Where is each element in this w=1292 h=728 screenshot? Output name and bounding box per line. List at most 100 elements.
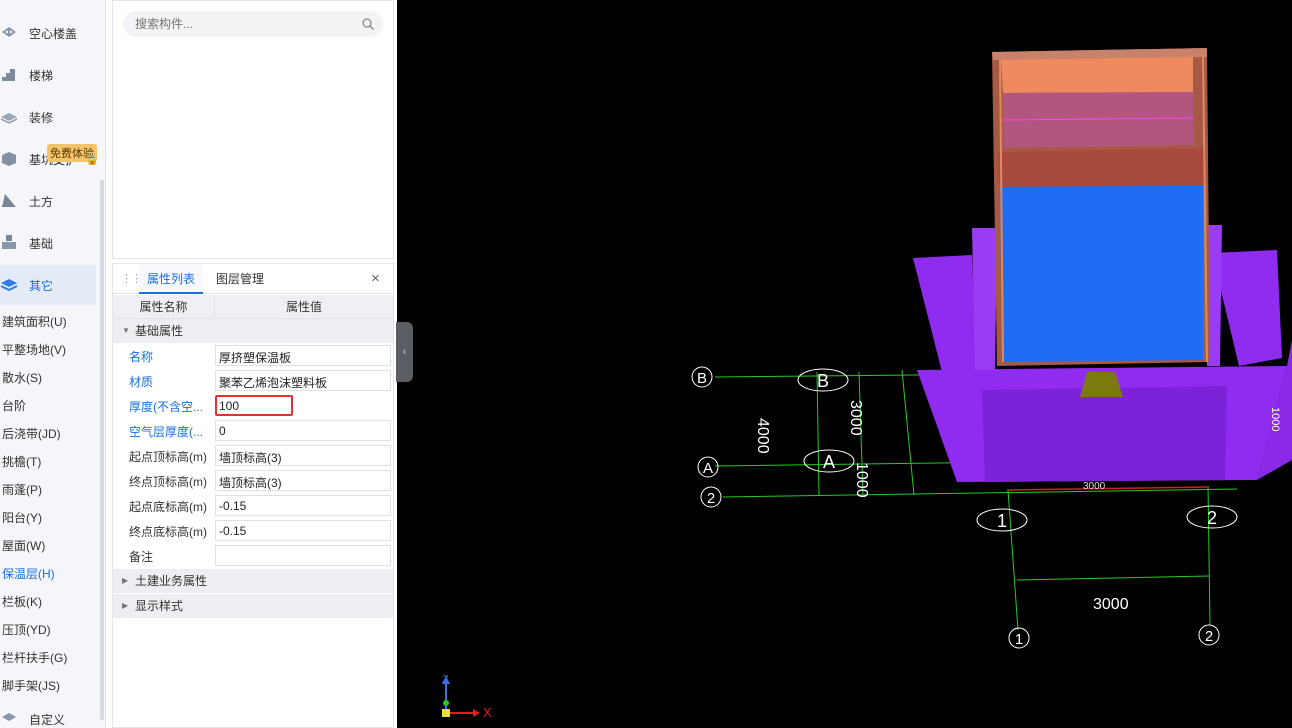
group-basic-properties[interactable]: ▼ 基础属性 [113, 319, 393, 343]
category-other[interactable]: 其它 [0, 265, 96, 305]
group-label: 基础属性 [135, 324, 184, 338]
sidebar-item-parapet[interactable]: 栏板(K) [2, 593, 42, 610]
group-business-properties[interactable]: ▶ 土建业务属性 [113, 569, 393, 593]
category-label: 楼梯 [29, 69, 54, 83]
tab-layer-management[interactable]: 图层管理 [208, 264, 272, 294]
stairs-icon [2, 69, 15, 81]
gizmo-z-label: Z [442, 674, 449, 686]
category-hollow-slab[interactable]: 空心楼盖 [0, 13, 96, 53]
sidebar-item-building-area[interactable]: 建筑面积(U) [2, 313, 67, 330]
sidebar-item-roof[interactable]: 屋面(W) [2, 537, 45, 554]
property-value-field[interactable]: 聚苯乙烯泡沫塑料板 [215, 370, 391, 391]
property-table-header: 属性名称 属性值 [113, 295, 393, 319]
sidebar-item-insulation[interactable]: 保温层(H) [2, 565, 55, 582]
component-list-panel [112, 0, 394, 259]
axis-label-1-top: 1 [997, 511, 1007, 531]
axis-label-a-grid: A [823, 452, 835, 472]
property-value-field[interactable]: 0 [215, 420, 391, 441]
property-row: 起点底标高(m) -0.15 [113, 493, 393, 518]
property-name: 空气层厚度(... [129, 425, 203, 439]
insulation-wing-right[interactable] [1212, 250, 1282, 366]
collapse-panel-handle[interactable]: ‹ [396, 322, 413, 382]
column-header-value: 属性值 [285, 300, 322, 314]
insulation-strip-left[interactable] [972, 228, 997, 370]
sidebar-item-scaffold[interactable]: 脚手架(JS) [2, 677, 60, 694]
category-label: 空心楼盖 [29, 27, 78, 41]
expand-triangle-icon: ▶ [122, 576, 129, 585]
axis-label-b-grid: B [817, 371, 829, 391]
3d-viewport[interactable]: 3000 B B A A 2 1 2 1 2 4000 3000 1000 30… [397, 0, 1292, 728]
foundation-icon [2, 235, 16, 249]
property-row: 终点底标高(m) -0.15 [113, 518, 393, 543]
axis-gizmo: X Z [442, 674, 492, 720]
search-icon[interactable] [361, 17, 375, 31]
property-name: 起点底标高(m) [129, 500, 207, 514]
property-row: 材质 聚苯乙烯泡沫塑料板 [113, 368, 393, 393]
group-display-style[interactable]: ▶ 显示样式 [113, 594, 393, 618]
dimension-4000: 4000 [754, 418, 771, 454]
property-row: 起点顶标高(m) 墙顶标高(3) [113, 443, 393, 468]
category-sidebar: 空心楼盖 楼梯 装修 基坑支护 免费体验 🔒 土方 基础 其它 建筑面积(U) … [0, 0, 106, 728]
dimension-1000: 1000 [853, 462, 870, 498]
remarks-field[interactable] [215, 545, 391, 566]
sidebar-item-canopy[interactable]: 雨蓬(P) [2, 481, 42, 498]
property-value-field[interactable]: 厚挤塑保温板 [215, 345, 391, 366]
axis-label-2-bottom: 2 [1205, 628, 1213, 645]
hollow-slab-icon [2, 27, 16, 37]
axis-label-a: A [703, 460, 713, 477]
category-label: 自定义 [29, 713, 66, 727]
sidebar-item-post-cast-strip[interactable]: 后浇带(JD) [2, 425, 61, 442]
property-panel: ⋮⋮ 属性列表 图层管理 × 属性名称 属性值 ▼ 基础属性 名称 厚挤塑保温板… [112, 263, 394, 728]
wall-blue-face[interactable] [1000, 183, 1203, 362]
category-stairs[interactable]: 楼梯 [0, 55, 96, 95]
group-label: 土建业务属性 [135, 574, 208, 588]
sidebar-item-steps[interactable]: 台阶 [2, 397, 26, 414]
wall-top-face[interactable] [1001, 54, 1193, 93]
wall-top-band[interactable] [997, 148, 1205, 187]
search-input[interactable] [123, 11, 383, 37]
sidebar-item-balcony[interactable]: 阳台(Y) [2, 509, 42, 526]
expand-triangle-icon: ▶ [122, 601, 129, 610]
sidebar-scrollbar[interactable] [100, 180, 104, 720]
property-name: 材质 [129, 375, 154, 389]
axis-label-1-bottom: 1 [1015, 631, 1023, 648]
dimension-3000-small: 3000 [1083, 481, 1106, 492]
model-canvas[interactable]: 3000 B B A A 2 1 2 1 2 4000 3000 1000 30… [397, 0, 1292, 728]
property-name: 名称 [129, 350, 154, 364]
dimension-1000-right: 1000 [1269, 407, 1281, 431]
category-decoration[interactable]: 装修 [0, 97, 96, 137]
property-value-field[interactable]: 墙顶标高(3) [215, 470, 391, 491]
gizmo-x-label: X [483, 705, 492, 720]
property-name: 起点顶标高(m) [129, 450, 207, 464]
category-foundation[interactable]: 基础 [0, 223, 96, 263]
property-name: 备注 [129, 550, 154, 564]
other-icon [0, 279, 18, 292]
property-row: 名称 厚挤塑保温板 [113, 343, 393, 368]
sidebar-item-eave[interactable]: 挑檐(T) [2, 453, 41, 470]
custom-icon [2, 713, 16, 721]
close-icon[interactable]: × [371, 270, 380, 287]
property-row: 备注 [113, 543, 393, 568]
insulation-front-face[interactable] [982, 386, 1227, 482]
tab-property-list[interactable]: 属性列表 [139, 264, 204, 294]
insulation-wing-left[interactable] [913, 255, 977, 372]
drag-handle-icon[interactable]: ⋮⋮ [121, 272, 142, 285]
property-value-field[interactable]: -0.15 [215, 495, 391, 516]
sidebar-item-coping[interactable]: 压顶(YD) [2, 621, 51, 638]
sidebar-item-site-leveling[interactable]: 平整场地(V) [2, 341, 66, 358]
dimension-3000-horizontal: 3000 [1093, 596, 1129, 613]
property-value-field[interactable]: 墙顶标高(3) [215, 445, 391, 466]
category-label: 装修 [29, 111, 54, 125]
column-header-name: 属性名称 [113, 295, 215, 319]
category-earthwork[interactable]: 土方 [0, 181, 96, 221]
property-name: 终点顶标高(m) [129, 475, 207, 489]
property-value-field[interactable]: -0.15 [215, 520, 391, 541]
thickness-input[interactable]: 100 [215, 395, 293, 416]
dimension-3000-vertical: 3000 [847, 400, 864, 436]
property-row: 厚度(不含空... 100 [113, 393, 393, 418]
sidebar-item-railing[interactable]: 栏杆扶手(G) [2, 649, 67, 666]
property-name: 厚度(不含空... [129, 400, 203, 414]
group-label: 显示样式 [135, 599, 184, 613]
sidebar-item-apron[interactable]: 散水(S) [2, 369, 42, 386]
category-custom[interactable]: 自定义 [0, 699, 96, 728]
